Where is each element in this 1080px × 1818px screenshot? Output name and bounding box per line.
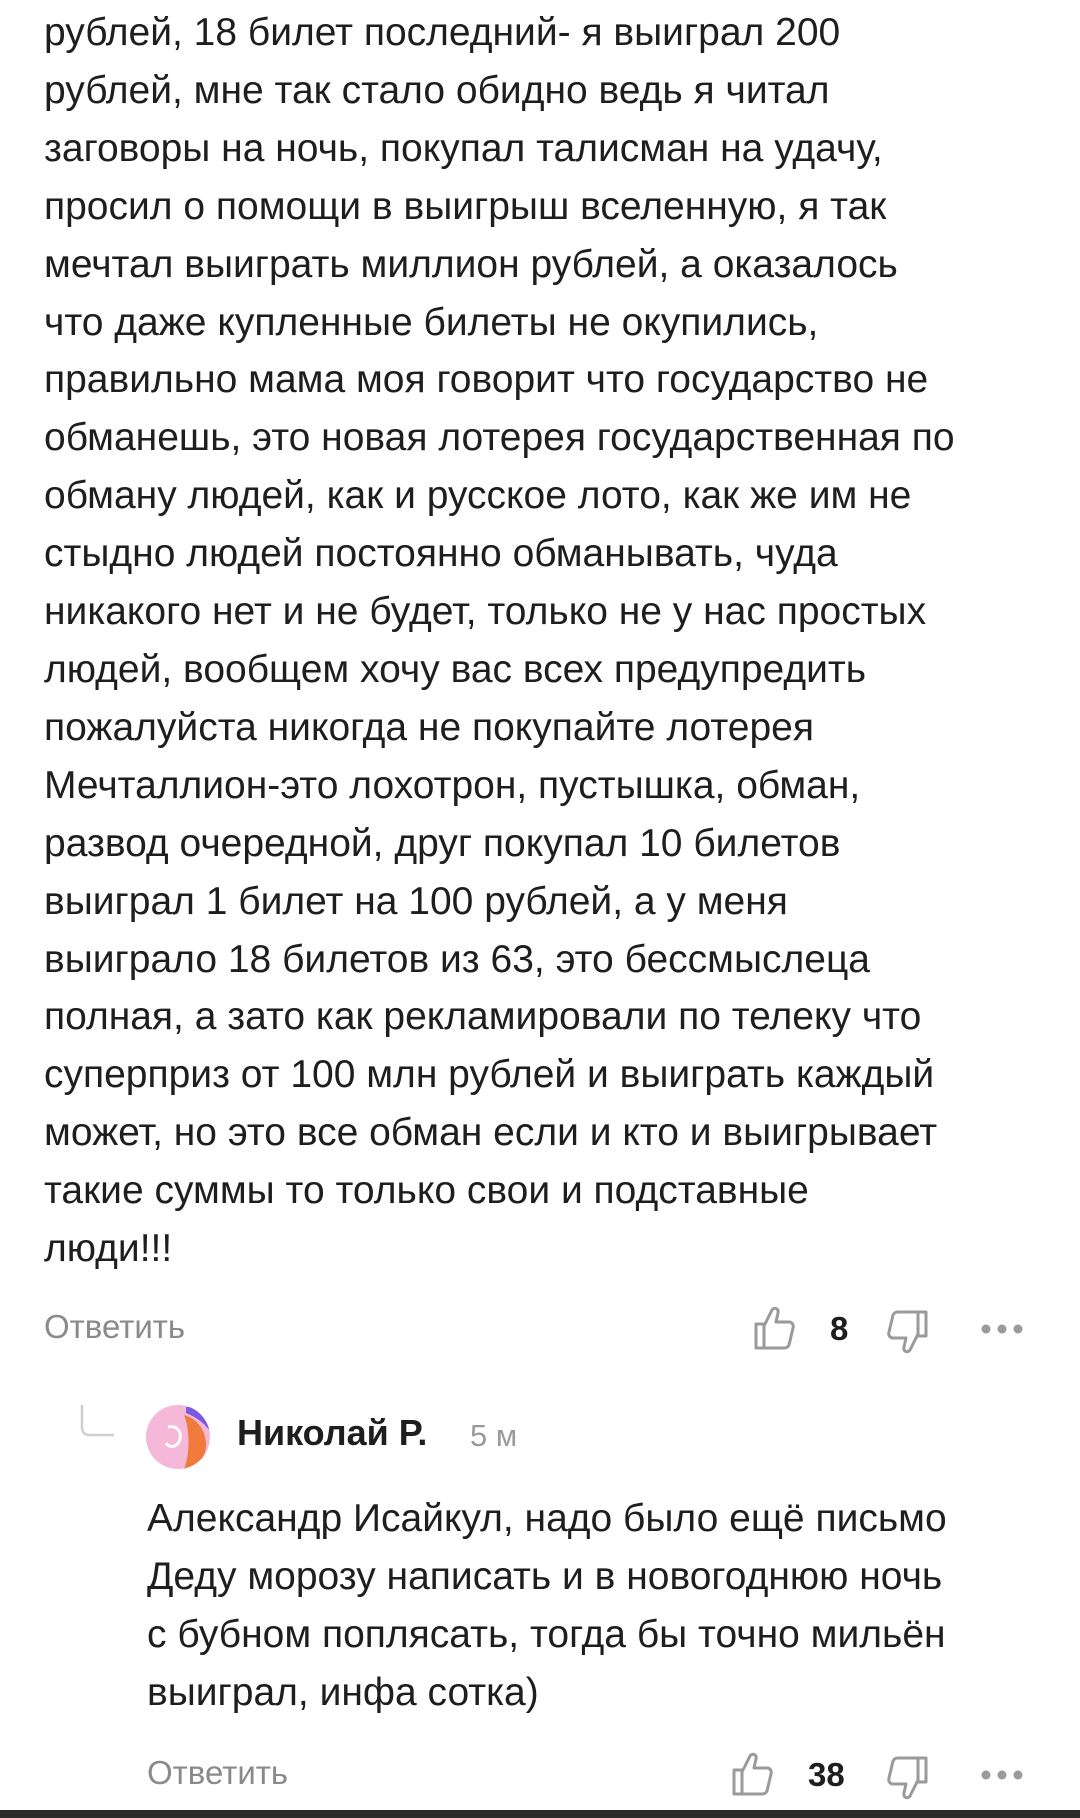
comment-line: пожалуйста никогда не покупайте лотерея bbox=[44, 705, 814, 749]
comment-line: полная, а зато как рекламировали по теле… bbox=[44, 995, 922, 1039]
comment-line: никакого нет и не будет, только не у нас… bbox=[44, 590, 927, 634]
comment-line: просил о помощи в выигрыш вселенную, я т… bbox=[44, 184, 887, 228]
more-dots-icon bbox=[981, 1324, 1023, 1334]
comment-line: рублей, мне так стало обидно ведь я чита… bbox=[44, 68, 830, 112]
thumbs-down-icon bbox=[887, 1310, 928, 1354]
more-button[interactable] bbox=[980, 1768, 1024, 1786]
dislike-button[interactable] bbox=[886, 1754, 930, 1807]
comment-body: рублей, 18 билет последний- я выиграл 20… bbox=[44, 4, 1044, 1278]
like-button[interactable] bbox=[752, 1304, 796, 1357]
thumbs-up-icon bbox=[732, 1752, 773, 1796]
reply-line: Александр Исайкул, надо было ещё письмо bbox=[147, 1497, 947, 1540]
comment-line: стыдно людей постоянно обманывать, чуда bbox=[44, 532, 838, 576]
author-name[interactable]: Николай Р. bbox=[237, 1412, 427, 1454]
comment-line: развод очередной, друг покупал 10 билето… bbox=[44, 821, 841, 865]
comment-line: может, но это все обман если и кто и выи… bbox=[44, 1111, 938, 1155]
comment-line: мечтал выиграть миллион рублей, а оказал… bbox=[44, 242, 898, 286]
comment-line: правильно мама моя говорит что государст… bbox=[44, 358, 929, 402]
comment-line: обманешь, это новая лотерея государствен… bbox=[44, 416, 955, 460]
comment-line: обману людей, как и русское лото, как же… bbox=[44, 474, 912, 518]
dislike-button[interactable] bbox=[886, 1308, 930, 1361]
thread-corner-icon bbox=[78, 1405, 118, 1446]
comment-line: людей, вообщем хочу вас всех предупредит… bbox=[44, 647, 867, 691]
more-button[interactable] bbox=[980, 1322, 1024, 1340]
comment-line: люди!!! bbox=[44, 1227, 173, 1271]
avatar[interactable] bbox=[146, 1405, 210, 1469]
comment-line: такие суммы то только свои и подставные bbox=[44, 1169, 809, 1213]
reply-button[interactable]: Ответить bbox=[44, 1308, 185, 1346]
bottom-edge bbox=[0, 1810, 1080, 1818]
like-count: 38 bbox=[808, 1756, 845, 1793]
comment-line: суперприз от 100 млн рублей и выиграть к… bbox=[44, 1053, 935, 1097]
comment-line: выиграл 1 билет на 100 рублей, а у меня bbox=[44, 879, 788, 923]
comment-line: заговоры на ночь, покупал талисман на уд… bbox=[44, 126, 883, 170]
reply-button[interactable]: Ответить bbox=[147, 1754, 288, 1792]
more-dots-icon bbox=[981, 1770, 1023, 1780]
timestamp: 5 м bbox=[470, 1418, 518, 1453]
comment-line: выиграло 18 билетов из 63, это бессмысле… bbox=[44, 937, 870, 981]
comment-line: что даже купленные билеты не окупились, bbox=[44, 300, 819, 344]
reply-line: с бубном поплясать, тогда бы точно мильё… bbox=[147, 1612, 946, 1656]
like-button[interactable] bbox=[730, 1750, 774, 1803]
reply-actions: Ответить 38 bbox=[0, 1746, 1080, 1806]
reply-line: Деду морозу написать и в новогоднюю ночь bbox=[147, 1554, 943, 1598]
thumbs-down-icon bbox=[887, 1756, 928, 1800]
reply-line: выиграл, инфа сотка) bbox=[147, 1670, 539, 1714]
reply-body: Александр Исайкул, надо было ещё письмо … bbox=[147, 1490, 1067, 1722]
comment-line: рублей, 18 билет последний- я выиграл 20… bbox=[44, 11, 841, 54]
like-count: 8 bbox=[830, 1310, 849, 1347]
thumbs-up-icon bbox=[754, 1306, 795, 1350]
comment-line: Мечталлион-это лохотрон, пустышка, обман… bbox=[44, 763, 861, 807]
comment-actions: Ответить 8 bbox=[0, 1300, 1080, 1360]
